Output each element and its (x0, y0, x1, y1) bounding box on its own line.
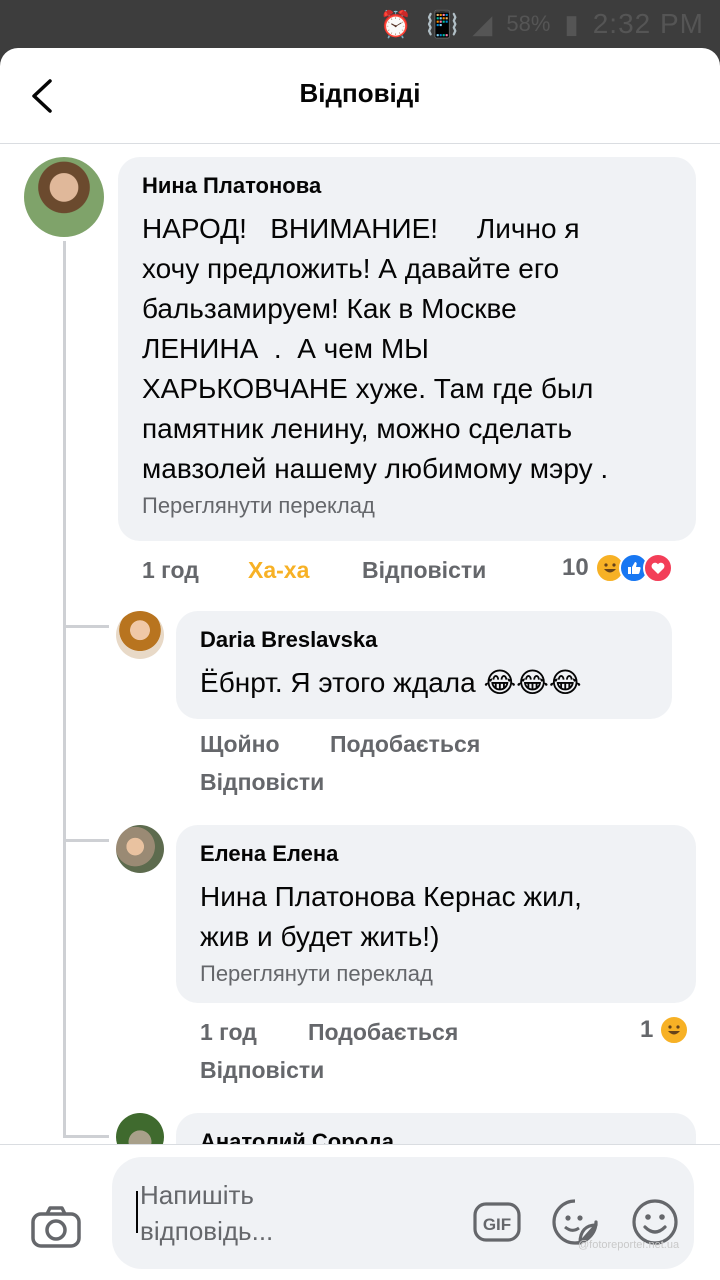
reply-placeholder: Напишіть відповідь... (140, 1180, 274, 1246)
avatar[interactable] (24, 157, 104, 237)
reaction-count: 1 (640, 1016, 654, 1043)
thread-branch (63, 625, 109, 628)
reply-composer: Напишіть відповідь... GIF @fotoreporter.… (0, 1144, 720, 1280)
comment-text: НАРОД! ВНИМАНИЕ! Лично я хочу предложить… (142, 213, 609, 484)
thread-branch (63, 1135, 109, 1138)
like-button[interactable]: Подобається (308, 1019, 458, 1046)
translate-link[interactable]: Переглянути переклад (200, 961, 674, 987)
thread-line (63, 241, 66, 1137)
gif-icon: GIF (473, 1202, 521, 1242)
reply-actions: 1 год Подобається Відповісти (200, 1019, 680, 1099)
gif-button[interactable]: GIF (472, 1201, 522, 1243)
avatar[interactable] (116, 1113, 164, 1145)
camera-icon (31, 1206, 81, 1248)
reply-button[interactable]: Відповісти (200, 769, 324, 796)
reply-bubble: Елена Елена Нина Платонова Кернас жил, ж… (176, 825, 696, 1003)
reply-time: Щойно (200, 731, 280, 757)
reaction-summary[interactable]: 1 (640, 1015, 690, 1045)
reply-button[interactable]: Відповісти (200, 1057, 324, 1084)
watermark: @fotoreporter.net.ua (578, 1239, 680, 1251)
avatar[interactable] (116, 611, 164, 659)
reply-bubble: Daria Breslavska Ёбнрт. Я этого ждала 😂😂… (176, 611, 672, 719)
reply-author[interactable]: Daria Breslavska (200, 627, 650, 653)
comment-thread: Нина Платонова НАРОД! ВНИМАНИЕ! Лично я … (0, 145, 720, 1145)
camera-button[interactable] (30, 1205, 82, 1253)
reply-button[interactable]: Відповісти (362, 557, 486, 584)
reaction-summary[interactable]: 10 (562, 553, 673, 583)
status-bar: ⏰ 📳 ◢ 58% ▮ 2:32 PM (0, 0, 720, 48)
reply-author[interactable]: Анатолий Сорода (200, 1129, 674, 1145)
text-cursor (136, 1191, 138, 1233)
avatar[interactable] (116, 825, 164, 873)
haha-emoji-icon (659, 1015, 690, 1045)
reply-time: 1 год (200, 1019, 257, 1045)
clock: 2:32 PM (592, 8, 704, 39)
reply-text: Нина Платонова Кернас жил, жив и будет ж… (200, 881, 582, 952)
battery-percent: 58% (506, 11, 551, 36)
thread-branch (63, 839, 109, 842)
comment-time: 1 год (142, 557, 199, 583)
reply-input[interactable]: Напишіть відповідь... GIF @fotoreporter.… (112, 1157, 694, 1269)
love-icon (642, 553, 673, 583)
vibrate-icon: 📳 (425, 8, 459, 39)
signal-icon: ◢ (472, 8, 493, 39)
replies-sheet: Відповіді Нина Платонова НАРОД! ВНИМАНИЕ… (0, 48, 720, 1280)
page-title: Відповіді (299, 78, 421, 108)
comment-author[interactable]: Нина Платонова (142, 173, 674, 199)
reply-actions: Щойно Подобається Відповісти (200, 731, 680, 811)
battery-icon: ▮ (564, 8, 579, 39)
reply-text: Ёбнрт. Я этого ждала 😂😂😂 (200, 667, 582, 698)
like-button[interactable]: Подобається (330, 731, 480, 758)
translate-link[interactable]: Переглянути переклад (142, 493, 674, 519)
svg-text:GIF: GIF (483, 1215, 511, 1234)
comment-bubble: Нина Платонова НАРОД! ВНИМАНИЕ! Лично я … (118, 157, 696, 541)
haha-reaction-button[interactable]: Ха-ха (248, 557, 309, 584)
reply-author[interactable]: Елена Елена (200, 841, 674, 867)
alarm-icon: ⏰ (379, 8, 412, 39)
reaction-count: 10 (562, 554, 589, 581)
header: Відповіді (0, 48, 720, 144)
reply-bubble: Анатолий Сорода (176, 1113, 696, 1145)
